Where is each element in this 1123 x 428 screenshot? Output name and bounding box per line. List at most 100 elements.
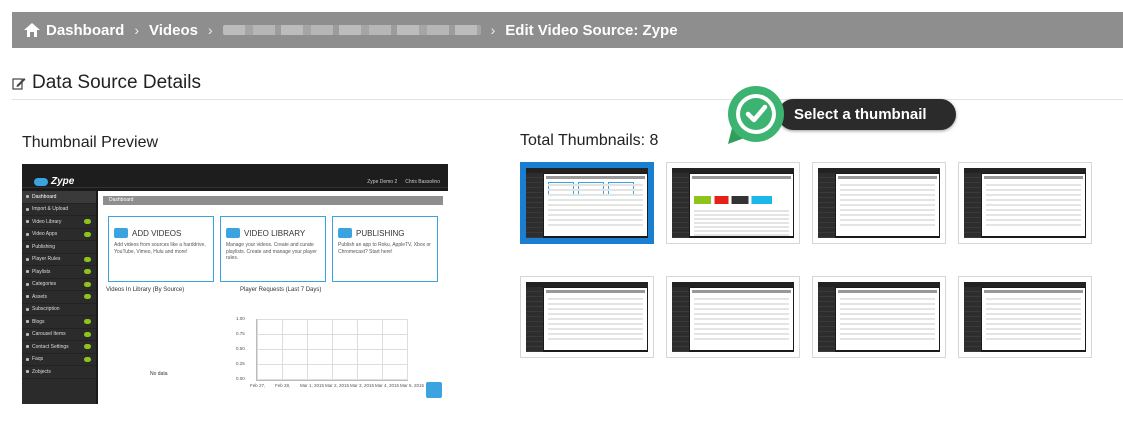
preview-sidebar-label: Dashboard xyxy=(32,193,57,200)
preview-sidebar-item: Blogs xyxy=(22,316,96,329)
preview-sidebar-item: Video Library xyxy=(22,216,96,229)
preview-main: Dashboard ADD VIDEOS Add videos from sou… xyxy=(98,191,448,404)
count-badge xyxy=(84,356,91,362)
section-title-text: Data Source Details xyxy=(32,72,201,93)
chevron-right-icon: › xyxy=(207,22,213,38)
preview-sidebar-item: Playlists xyxy=(22,266,96,279)
preview-heading: Thumbnail Preview xyxy=(22,134,159,151)
menu-icon xyxy=(26,307,29,311)
preview-sidebar-item: Subscription xyxy=(22,304,96,316)
video-icon xyxy=(226,228,240,238)
preview-sidebar-label: Subscription xyxy=(32,306,60,313)
thumbnail-image xyxy=(526,168,648,238)
preview-x-tick: Mar 1, 2015 xyxy=(300,383,325,388)
thumbnail-option[interactable] xyxy=(666,276,800,358)
preview-y-tick: 0.75 xyxy=(236,331,245,336)
count-badge xyxy=(84,269,91,275)
thumbnail-option[interactable] xyxy=(958,276,1092,358)
logo-text: Zype xyxy=(51,176,75,187)
menu-icon xyxy=(26,320,29,324)
preview-sidebar-label: Categories xyxy=(32,281,57,288)
thumbnail-option[interactable] xyxy=(666,162,800,244)
menu-icon xyxy=(26,295,29,299)
preview-y-tick: 0.00 xyxy=(236,376,245,381)
card-desc: Add videos from sources like a harddrive… xyxy=(114,242,206,255)
breadcrumb-redacted-video[interactable] xyxy=(222,25,481,35)
preview-sidebar-item: Zobjects xyxy=(22,366,96,379)
preview-sidebar-item: Carousel Items xyxy=(22,329,96,341)
thumbnail-option[interactable] xyxy=(520,276,654,358)
preview-sidebar-item: Player Rules xyxy=(22,254,96,266)
upload-icon xyxy=(114,228,128,238)
preview-chart-grid xyxy=(256,319,408,381)
preview-sidebar-item: Publishing xyxy=(22,241,96,254)
chevron-right-icon: › xyxy=(134,22,140,38)
thumbnail-image xyxy=(818,282,940,352)
menu-icon xyxy=(26,357,29,361)
preview-requests-heading: Player Requests (Last 7 Days) xyxy=(240,287,322,293)
preview-y-tick: 0.25 xyxy=(236,361,245,366)
preview-y-tick: 1.00 xyxy=(236,316,245,321)
count-badge xyxy=(84,294,91,300)
preview-sidebar-label: Playlists xyxy=(32,268,51,275)
thumbnail-option[interactable] xyxy=(958,162,1092,244)
thumbnail-image xyxy=(526,282,648,352)
preview-x-tick: Mar 5, 2015 xyxy=(400,383,425,388)
preview-sidebar-label: Faqs xyxy=(32,356,44,363)
thumbnail-option[interactable] xyxy=(520,162,654,244)
count-badge xyxy=(84,344,91,350)
breadcrumb-dashboard-label: Dashboard xyxy=(46,21,125,39)
zype-logo: Zype xyxy=(34,176,74,187)
count-badge xyxy=(84,219,91,225)
preview-account: Zype Demo 2 xyxy=(367,179,398,185)
thumbnail-image xyxy=(672,168,794,238)
breadcrumb: Dashboard › Videos › › Edit Video Source… xyxy=(12,12,1123,48)
home-icon xyxy=(24,23,40,37)
preview-sidebar-label: Player Rules xyxy=(32,256,61,263)
preview-card-publishing: PUBLISHING Publish an app to Roku, Apple… xyxy=(332,216,438,282)
thumbnail-option[interactable] xyxy=(812,162,946,244)
card-title: VIDEO LIBRARY xyxy=(244,228,306,238)
thumbnails-heading: Total Thumbnails: 8 xyxy=(520,132,659,149)
section-title: Data Source Details xyxy=(12,72,201,94)
preview-sidebar-item: Faqs xyxy=(22,354,96,366)
menu-icon xyxy=(26,345,29,349)
count-badge xyxy=(84,231,91,237)
thumbnail-image xyxy=(964,168,1086,238)
redacted-text xyxy=(222,25,481,35)
preview-topbar: Zype Zype Demo 2 Chris Bassolino xyxy=(22,164,448,188)
card-desc: Publish an app to Roku, AppleTV, Xbox or… xyxy=(338,242,431,255)
preview-sidebar: Dashboard Import & Upload Video Library Vid… xyxy=(22,191,96,404)
breadcrumb-dashboard[interactable]: Dashboard xyxy=(24,22,124,39)
preview-x-tick: Feb 28, xyxy=(275,383,291,388)
preview-sidebar-item: Video Apps xyxy=(22,229,96,241)
thumbnail-image xyxy=(672,282,794,352)
menu-icon xyxy=(26,232,29,236)
chat-icon xyxy=(426,382,442,398)
preview-sidebar-item: Contact Settings xyxy=(22,341,96,354)
preview-sidebar-label: Assets xyxy=(32,293,48,300)
preview-sidebar-item: Assets xyxy=(22,291,96,304)
preview-x-tick: Mar 4, 2015 xyxy=(375,383,400,388)
preview-sidebar-label: Video Apps xyxy=(32,231,58,238)
menu-icon xyxy=(26,282,29,286)
chevron-right-icon: › xyxy=(490,22,496,38)
preview-user: Chris Bassolino xyxy=(405,179,440,185)
count-badge xyxy=(84,281,91,287)
edit-icon xyxy=(12,78,26,90)
count-badge xyxy=(84,319,91,325)
preview-breadcrumb: Dashboard xyxy=(103,196,443,205)
callout-label: Select a thumbnail xyxy=(778,99,956,130)
card-title: PUBLISHING xyxy=(356,228,405,238)
thumbnail-option[interactable] xyxy=(812,276,946,358)
truck-icon xyxy=(338,228,352,238)
breadcrumb-videos[interactable]: Videos xyxy=(149,22,198,39)
cloud-icon xyxy=(34,177,48,186)
preview-videos-heading: Videos In Library (By Source) xyxy=(106,287,185,293)
preview-sidebar-label: Import & Upload xyxy=(32,206,69,213)
preview-sidebar-item: Import & Upload xyxy=(22,204,96,216)
card-title: ADD VIDEOS xyxy=(132,228,182,238)
menu-icon xyxy=(26,220,29,224)
preview-sidebar-item: Categories xyxy=(22,279,96,291)
card-desc: Manage your videos. Create and curate pl… xyxy=(226,242,317,261)
